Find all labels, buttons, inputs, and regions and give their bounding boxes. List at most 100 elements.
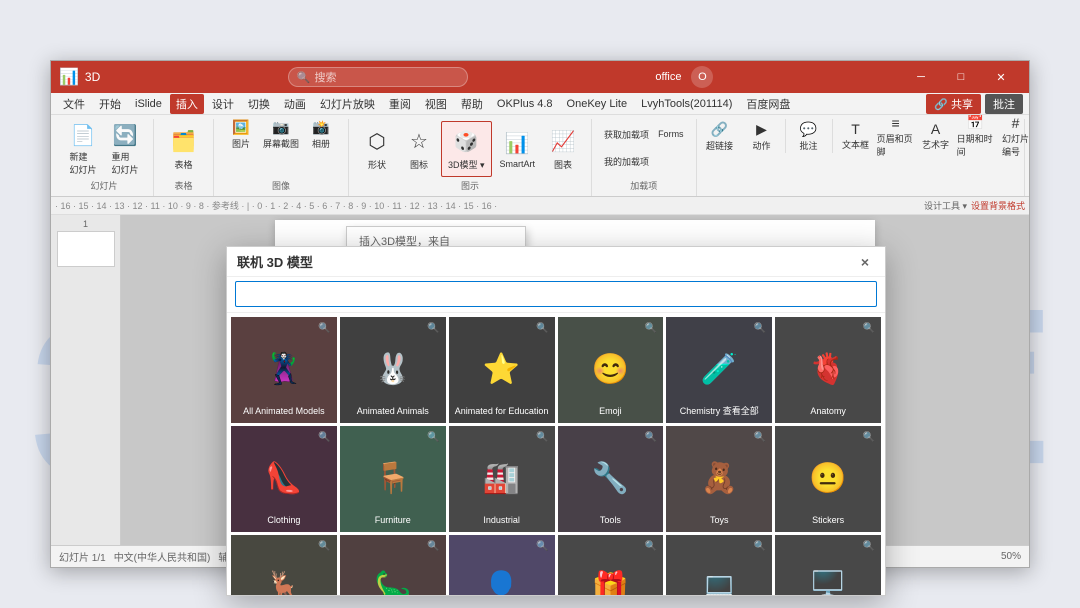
album-icon: 📸 [312,119,329,136]
menu-home[interactable]: 开始 [93,94,127,114]
office-label: office [655,71,681,83]
header-button[interactable]: ≡ 页眉和页脚 [877,123,915,149]
model-cell-furniture[interactable]: 🪑🔍Furniture [340,426,446,532]
shapes-label: 形状 [368,158,386,171]
3d-model-label: 3D模型 ▾ [448,158,485,171]
menu-right: 🔗 共享 批注 [926,94,1023,114]
shapes-button[interactable]: ⬡ 形状 [357,121,397,177]
model-cell-animals[interactable]: 🦌🔍Animals [231,535,337,595]
model-cell-dinosaurs[interactable]: 🦕🔍Dinosaurs [340,535,446,595]
model-cell-label: Toys [710,515,729,526]
slide-thumbnail[interactable] [57,231,115,267]
model-cell-emoji[interactable]: 😊🔍Emoji [558,317,664,423]
album-button[interactable]: 📸 相册 [302,121,340,147]
model-cell-avatars[interactable]: 👤🔍Avatars [449,535,555,595]
screenshot-button[interactable]: 📷 屏幕截图 [262,121,300,147]
new-slide-button[interactable]: 📄 新建幻灯片 [63,121,103,177]
model-cell-celebrations[interactable]: 🎁🔍Celebrations [558,535,664,595]
forms-button[interactable]: Forms [654,121,688,147]
menu-file[interactable]: 文件 [57,94,91,114]
chart-button[interactable]: 📈 图表 [543,121,583,177]
model-cell-animated-for-education[interactable]: ⭐🔍Animated for Education [449,317,555,423]
model-cell-industrial[interactable]: 🏭🔍Industrial [449,426,555,532]
model-cell-chemistry-查看全部[interactable]: 🧪🔍Chemistry 查看全部 [666,317,772,423]
menu-design[interactable]: 设计 [206,94,240,114]
office-button[interactable]: O [691,66,713,88]
dialog-search-input[interactable] [235,281,877,307]
menu-insert[interactable]: 插入 [170,94,204,114]
model-cell-label: Industrial [483,515,520,526]
ribbon-group-illustrations: ⬡ 形状 ☆ 图标 🎲 3D模型 ▾ 📊 SmartArt 📈 图表 [349,119,592,196]
slide-panel: 1 [51,215,121,545]
model-search-icon: 🔍 [863,541,875,552]
model-cell-label: Chemistry 查看全部 [680,406,759,417]
screenshot-icon: 📷 [272,119,289,136]
my-addins-button[interactable]: 我的加载项 [600,148,653,174]
model-search-icon: 🔍 [427,541,439,552]
model-cell-clothing[interactable]: 👠🔍Clothing [231,426,337,532]
textbox-label: 文本框 [842,138,869,151]
ribbon-group-slides: 📄 新建幻灯片 🔄 重用幻灯片 幻灯片 [55,119,154,196]
slideno-button[interactable]: # 幻灯片编号 [997,123,1029,149]
share-button[interactable]: 🔗 共享 [926,94,981,114]
dialog-close-button[interactable]: × [855,252,875,272]
header-label: 页眉和页脚 [877,132,915,158]
model-cell-tools[interactable]: 🔧🔍Tools [558,426,664,532]
model-cell-animated-animals[interactable]: 🐰🔍Animated Animals [340,317,446,423]
3d-model-button[interactable]: 🎲 3D模型 ▾ [441,121,492,177]
smartart-button[interactable]: 📊 SmartArt [494,121,542,177]
menu-transitions[interactable]: 切换 [242,94,276,114]
title-bar: 📊 3D 🔍 搜索 office O ─ □ ✕ [51,61,1029,93]
model-cell-label: Furniture [375,515,411,526]
table-button[interactable]: 🗂️ 表格 [164,121,204,177]
model-cell-all-animated-models[interactable]: 🦹🔍All Animated Models [231,317,337,423]
model-cell-toys[interactable]: 🧸🔍Toys [666,426,772,532]
model-cell-label: All Animated Models [243,406,325,417]
get-addins-label: 获取加载项 [604,128,649,141]
model-cell-stickers[interactable]: 😐🔍Stickers [775,426,881,532]
menu-review[interactable]: 重阅 [383,94,417,114]
get-addins-button[interactable]: 获取加载项 [600,121,653,147]
3d-model-dialog: 联机 3D 模型 × 🦹🔍All Animated Models🐰🔍Animat… [226,246,886,596]
dialog-content[interactable]: 🦹🔍All Animated Models🐰🔍Animated Animals⭐… [227,313,885,595]
model-search-icon: 🔍 [536,541,548,552]
wordart-icon: A [931,121,940,137]
slide-info: 幻灯片 1/1 [59,549,106,564]
textbox-button[interactable]: T 文本框 [837,123,875,149]
reuse-slide-button[interactable]: 🔄 重用幻灯片 [105,121,145,177]
menu-islide[interactable]: iSlide [129,96,168,112]
comment-ribbon-button[interactable]: 💬 批注 [790,123,828,149]
menu-slideshow[interactable]: 幻灯片放映 [314,94,381,114]
menu-animations[interactable]: 动画 [278,94,312,114]
model-cell-anatomy[interactable]: 🫀🔍Anatomy [775,317,881,423]
model-cell-electronics-and-gadgets[interactable]: 💻🔍Electronics and Gadgets [666,535,772,595]
model-cell-label: Animated Animals [357,406,429,417]
menu-view[interactable]: 视图 [419,94,453,114]
comment-button[interactable]: 批注 [985,94,1023,114]
hyperlink-button[interactable]: 🔗 超链接 [701,123,739,149]
menu-help[interactable]: 帮助 [455,94,489,114]
menu-baidu[interactable]: 百度网盘 [740,94,796,114]
menu-lvyh[interactable]: LvyhTools(201114) [635,96,738,112]
minimize-button[interactable]: ─ [901,61,941,93]
datetime-button[interactable]: 📅 日期和时间 [957,123,995,149]
icons-icon: ☆ [405,128,433,156]
search-box[interactable]: 🔍 搜索 [288,67,468,87]
maximize-button[interactable]: □ [941,61,981,93]
dialog-title-bar: 联机 3D 模型 × [227,247,885,277]
ribbon-slides-buttons: 📄 新建幻灯片 🔄 重用幻灯片 [63,121,145,177]
model-cell-label: Anatomy [810,406,846,417]
slideno-label: 幻灯片编号 [1002,132,1029,158]
model-grid: 🦹🔍All Animated Models🐰🔍Animated Animals⭐… [231,317,881,595]
wordart-button[interactable]: A 艺术字 [917,123,955,149]
menu-okplus[interactable]: OKPlus 4.8 [491,96,559,112]
model-cell-label: Tools [600,515,621,526]
picture-button[interactable]: 🖼️ 图片 [222,121,260,147]
action-button[interactable]: ▶ 动作 [743,123,781,149]
menu-onekey[interactable]: OneKey Lite [561,96,634,112]
icons-button[interactable]: ☆ 图标 [399,121,439,177]
model-cell-microsoft-products[interactable]: 🖥️🔍Microsoft Products [775,535,881,595]
illustrations-group-label: 图示 [461,179,479,194]
model-search-icon: 🔍 [318,432,330,443]
close-button[interactable]: ✕ [981,61,1021,93]
